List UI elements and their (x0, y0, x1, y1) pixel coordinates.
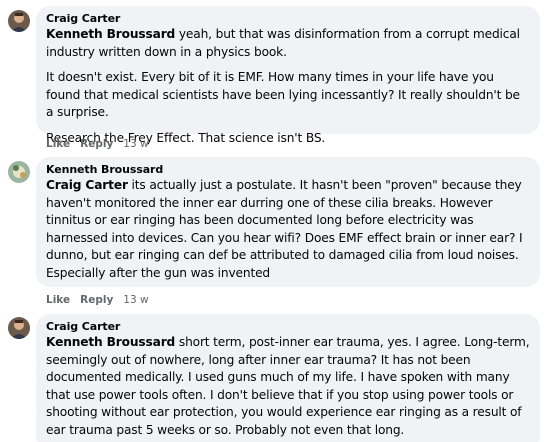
like-button[interactable]: Like (46, 294, 70, 307)
comment-bubble: Kenneth Broussard Craig Carter its actua… (36, 157, 540, 287)
reply-button[interactable]: Reply (80, 138, 113, 151)
comment-paragraph: It doesn't exist. Every bit of it is EMF… (46, 69, 530, 122)
mention-link[interactable]: Kenneth Broussard (46, 27, 175, 41)
comment-actions: Like Reply 13 w (46, 138, 149, 151)
comment-author[interactable]: Kenneth Broussard (46, 163, 530, 177)
paragraph-text: short term, post-inner ear trauma, yes. … (46, 335, 530, 437)
avatar[interactable] (8, 10, 30, 32)
avatar[interactable] (8, 317, 30, 339)
timestamp[interactable]: 13 w (123, 294, 148, 307)
reply-button[interactable]: Reply (80, 294, 113, 307)
user-avatar-icon (8, 10, 30, 32)
comment-paragraph: Craig Carter its actually just a postula… (46, 177, 530, 282)
comment-author[interactable]: Craig Carter (46, 12, 530, 26)
like-button[interactable]: Like (46, 138, 70, 151)
user-avatar-icon (8, 161, 30, 183)
comment-paragraph: Kenneth Broussard short term, post-inner… (46, 334, 530, 439)
comment-paragraph: Kenneth Broussard yeah, but that was dis… (46, 26, 530, 61)
avatar[interactable] (8, 161, 30, 183)
user-avatar-icon (8, 317, 30, 339)
comment-bubble: Craig Carter Kenneth Broussard yeah, but… (36, 6, 540, 145)
paragraph-text: It doesn't exist. Every bit of it is EMF… (46, 70, 520, 119)
comment-bubble: Craig Carter Kenneth Broussard short ter… (36, 314, 540, 442)
mention-link[interactable]: Craig Carter (46, 178, 128, 192)
timestamp[interactable]: 13 w (123, 138, 148, 151)
comment-actions: Like Reply 13 w (46, 294, 149, 307)
mention-link[interactable]: Kenneth Broussard (46, 335, 175, 349)
comment-thread: Craig Carter Kenneth Broussard yeah, but… (0, 0, 545, 442)
paragraph-text: its actually just a postulate. It hasn't… (46, 178, 523, 280)
comment-author[interactable]: Craig Carter (46, 320, 530, 334)
